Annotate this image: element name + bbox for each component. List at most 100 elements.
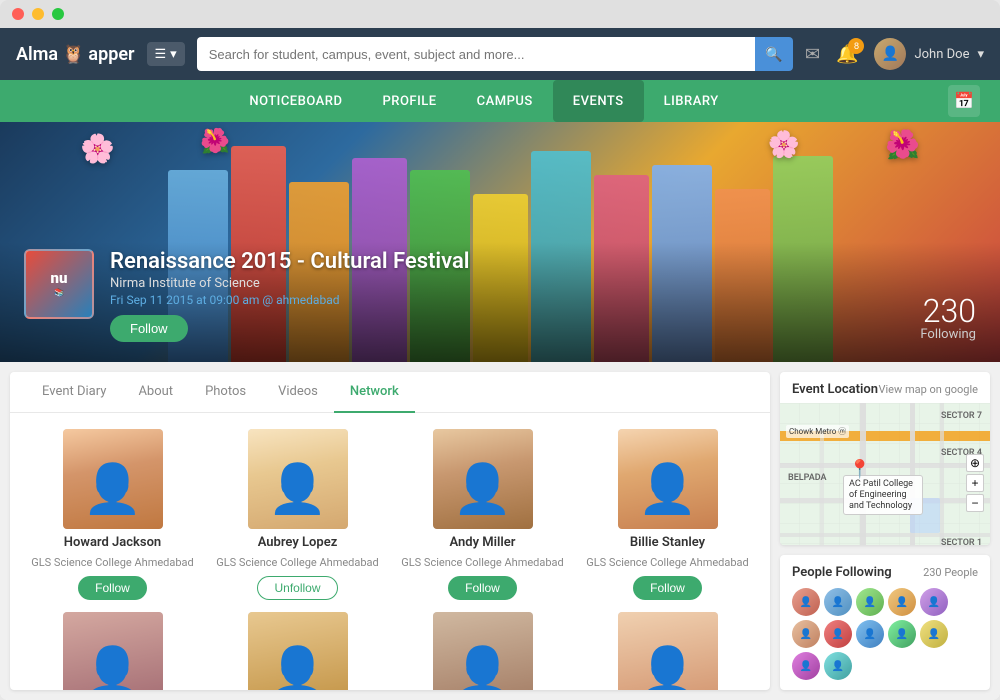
tab-videos[interactable]: Videos xyxy=(262,372,334,413)
sidebar-item-noticeboard[interactable]: NOTICEBOARD xyxy=(229,80,362,122)
sidebar-item-events[interactable]: EVENTS xyxy=(553,80,644,122)
window-chrome xyxy=(0,0,1000,28)
main-content: Event Diary About Photos Videos Network … xyxy=(0,362,1000,700)
mini-avatar[interactable]: 👤 xyxy=(792,620,820,648)
left-panel: Event Diary About Photos Videos Network … xyxy=(10,372,770,690)
map-link[interactable]: View map on google xyxy=(878,383,978,396)
mini-avatar[interactable]: 👤 xyxy=(792,588,820,616)
tabs: Event Diary About Photos Videos Network xyxy=(10,372,770,413)
following-number: 230 xyxy=(920,295,976,327)
maximize-btn[interactable] xyxy=(52,8,64,20)
search-button[interactable]: 🔍 xyxy=(755,37,793,71)
mail-button[interactable]: ✉ xyxy=(805,44,820,65)
map-container: SECTOR 7 SECTOR 4 BELPADA SECTOR 1 Chowk… xyxy=(780,403,990,545)
follow-event-button[interactable]: Follow xyxy=(110,315,188,342)
notification-badge: 8 xyxy=(848,38,864,54)
sidebar-item-library[interactable]: LIBRARY xyxy=(644,80,739,122)
mini-avatar[interactable]: 👤 xyxy=(920,588,948,616)
map-widget: Event Location View map on google xyxy=(780,372,990,545)
hamburger-button[interactable]: ☰ ▾ xyxy=(147,42,185,66)
owl-icon: 🦉 xyxy=(62,44,84,65)
minimize-btn[interactable] xyxy=(32,8,44,20)
person-school: GLS Science College Ahmedabad xyxy=(216,556,379,570)
person-name: Aubrey Lopez xyxy=(258,535,338,550)
mini-avatar[interactable]: 👤 xyxy=(888,588,916,616)
nav-right: ✉ 🔔 8 👤 John Doe ▾ xyxy=(805,38,984,70)
mail-icon: ✉ xyxy=(805,44,820,64)
person-name: Andy Miller xyxy=(450,535,516,550)
sub-nav-items: NOTICEBOARD PROFILE CAMPUS EVENTS LIBRAR… xyxy=(20,80,948,122)
logo: Alma 🦉 apper xyxy=(16,44,135,65)
map-zoom-controls: ⊕ + − xyxy=(966,454,984,512)
mini-avatar[interactable]: 👤 xyxy=(856,620,884,648)
person-school: GLS Science College Ahmedabad xyxy=(31,556,194,570)
list-item: 👤 Tom Brown GLS Science College Ahmedaba… xyxy=(211,612,384,690)
user-menu[interactable]: 👤 John Doe ▾ xyxy=(874,38,984,70)
sector-7-label: SECTOR 7 xyxy=(941,411,982,421)
hero-banner: 🌸 🌺 🌸 🌺 nu 📚 Renaissance 2015 - Cultural… xyxy=(0,122,1000,362)
following-count-label: 230 People xyxy=(923,566,978,579)
person-avatar: 👤 xyxy=(618,429,718,529)
map-header: Event Location View map on google xyxy=(780,372,990,403)
app-wrapper: Alma 🦉 apper ☰ ▾ 🔍 ✉ 🔔 8 👤 John Doe xyxy=(0,28,1000,700)
mini-avatar[interactable]: 👤 xyxy=(824,588,852,616)
mini-avatar[interactable]: 👤 xyxy=(824,652,852,680)
list-item: 👤 Billie Stanley GLS Science College Ahm… xyxy=(581,429,754,600)
sidebar-item-profile[interactable]: PROFILE xyxy=(362,80,456,122)
top-navbar: Alma 🦉 apper ☰ ▾ 🔍 ✉ 🔔 8 👤 John Doe xyxy=(0,28,1000,80)
calendar-icon: 📅 xyxy=(954,91,974,111)
person-avatar: 👤 xyxy=(248,612,348,690)
person-school: GLS Science College Ahmedabad xyxy=(401,556,564,570)
tab-photos[interactable]: Photos xyxy=(189,372,262,413)
map-pin: 📍 xyxy=(849,459,871,480)
event-details: Renaissance 2015 - Cultural Festival Nir… xyxy=(110,249,470,342)
map-title: Event Location xyxy=(792,382,878,397)
following-avatars: 👤 👤 👤 👤 👤 👤 👤 👤 👤 👤 👤 👤 xyxy=(792,588,978,680)
list-item: 👤 James Wilson GLS Science College Ahmed… xyxy=(581,612,754,690)
sidebar-item-campus[interactable]: CAMPUS xyxy=(457,80,553,122)
zoom-in-button[interactable]: + xyxy=(966,474,984,492)
zoom-out-button[interactable]: − xyxy=(966,494,984,512)
event-date: Fri Sep 11 2015 at 09:00 am @ ahmedabad xyxy=(110,293,470,307)
follow-button[interactable]: Follow xyxy=(78,576,147,600)
calendar-button[interactable]: 📅 xyxy=(948,85,980,117)
chevron-down-icon: ▾ xyxy=(977,47,984,62)
search-input[interactable] xyxy=(197,37,755,71)
network-grid: 👤 Howard Jackson GLS Science College Ahm… xyxy=(10,413,770,690)
person-avatar: 👤 xyxy=(63,612,163,690)
tab-network[interactable]: Network xyxy=(334,372,415,413)
mini-avatar[interactable]: 👤 xyxy=(888,620,916,648)
tab-event-diary[interactable]: Event Diary xyxy=(26,372,122,413)
follow-button[interactable]: Follow xyxy=(633,576,702,600)
sub-nav-right: 📅 xyxy=(948,85,980,117)
person-name: Billie Stanley xyxy=(630,535,705,550)
following-title: People Following xyxy=(792,565,892,580)
notifications-button[interactable]: 🔔 8 xyxy=(836,44,858,65)
following-widget: People Following 230 People 👤 👤 👤 👤 👤 👤 … xyxy=(780,555,990,690)
event-logo: nu 📚 xyxy=(24,249,94,319)
following-header: People Following 230 People xyxy=(792,565,978,580)
person-avatar: 👤 xyxy=(63,429,163,529)
person-avatar: 👤 xyxy=(248,429,348,529)
person-avatar: 👤 xyxy=(433,429,533,529)
following-count: 230 Following xyxy=(920,295,976,342)
unfollow-button[interactable]: Unfollow xyxy=(257,576,337,600)
list-item: 👤 Priya Sharma GLS Science College Ahmed… xyxy=(396,612,569,690)
avatar: 👤 xyxy=(874,38,906,70)
close-btn[interactable] xyxy=(12,8,24,20)
sub-navbar: NOTICEBOARD PROFILE CAMPUS EVENTS LIBRAR… xyxy=(0,80,1000,122)
list-item: 👤 Andy Miller GLS Science College Ahmeda… xyxy=(396,429,569,600)
logo-text2: apper xyxy=(88,44,134,65)
mini-avatar[interactable]: 👤 xyxy=(856,588,884,616)
search-icon: 🔍 xyxy=(765,46,782,63)
mini-avatar[interactable]: 👤 xyxy=(792,652,820,680)
mini-avatar[interactable]: 👤 xyxy=(920,620,948,648)
zoom-fullscreen-button[interactable]: ⊕ xyxy=(966,454,984,472)
mini-avatar[interactable]: 👤 xyxy=(824,620,852,648)
logo-text: Alma xyxy=(16,44,58,65)
sector-1-label: SECTOR 1 xyxy=(941,538,982,545)
event-institute: Nirma Institute of Science xyxy=(110,276,470,291)
follow-button[interactable]: Follow xyxy=(448,576,517,600)
user-name: John Doe xyxy=(914,47,969,62)
tab-about[interactable]: About xyxy=(122,372,189,413)
